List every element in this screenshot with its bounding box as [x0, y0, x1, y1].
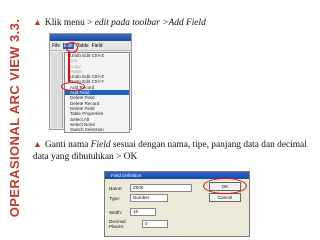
menu-file[interactable]: File	[52, 43, 60, 49]
menu-bar: File Edit Table Field	[50, 41, 131, 51]
name-field[interactable]: Z000	[130, 184, 192, 192]
bullet1-text-b: edit pada toolbar >	[94, 18, 169, 28]
decimal-label: Decimal Places:	[109, 219, 126, 229]
width-label: Width:	[109, 209, 123, 215]
menu-field[interactable]: Field	[92, 43, 103, 49]
name-row: Name: Z000	[109, 184, 192, 192]
type-select[interactable]: Number	[130, 194, 168, 202]
type-row: Type: Number	[109, 194, 168, 202]
bullet2-text-a: Ganti nama	[44, 140, 91, 150]
field-definition-dialog: Field Definition Name: Z000 Type: Number…	[104, 171, 250, 237]
side-title: OPERASIONAL ARC VIEW 3.3.	[0, 0, 27, 240]
bullet1-text-a: Klik menu >	[44, 18, 95, 28]
bullet-step-2: ▲ Ganti nama Field sesuai dengan nama, ti…	[33, 138, 315, 163]
highlight-arrow	[68, 52, 70, 82]
bullet2-text-b: Field	[90, 140, 111, 150]
width-field[interactable]: 16	[130, 208, 156, 216]
window-title-bar	[50, 34, 131, 41]
side-title-text: OPERASIONAL ARC VIEW 3.3.	[7, 18, 22, 218]
decimal-field[interactable]: 0	[142, 220, 168, 228]
edit-dropdown-menu: Undo Edit Ctrl+Z Cut Copy Paste Undo Edi…	[64, 52, 130, 134]
highlight-circle-add-field	[61, 82, 85, 91]
width-row: Width: 16	[109, 208, 156, 216]
bullet-marker-icon: ▲	[33, 139, 42, 149]
type-label: Type:	[109, 195, 121, 201]
bullet-step-1: ▲ Klik menu > edit pada toolbar >Add Fiel…	[33, 16, 206, 29]
cancel-button[interactable]: Cancel	[209, 193, 241, 202]
highlight-circle-ok	[203, 178, 247, 194]
menu-item[interactable]: Switch Selection	[65, 127, 129, 132]
decimal-row: Decimal Places: 0	[109, 219, 168, 229]
bullet1-text-c: Add Field	[168, 18, 206, 28]
tool-strip	[51, 52, 63, 128]
bullet-marker-icon: ▲	[33, 17, 42, 27]
menu-table[interactable]: Table	[77, 43, 89, 49]
menu-screenshot: File Edit Table Field Undo Edit Ctrl+Z C…	[49, 33, 132, 134]
name-label: Name:	[109, 185, 123, 191]
